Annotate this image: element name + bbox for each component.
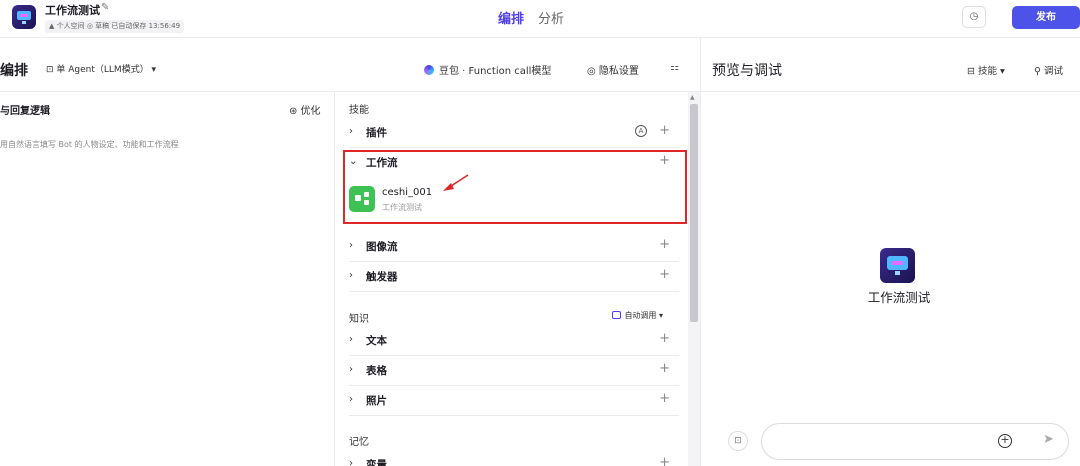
auto-call-select[interactable]: 自动调用 ▾ [612, 310, 663, 321]
section-plugins[interactable]: › 插件 A + [349, 118, 679, 148]
section-table[interactable]: › 表格 + [349, 356, 679, 386]
add-variable-icon[interactable]: + [659, 455, 670, 466]
chevron-right-icon: › [349, 240, 353, 251]
chevron-right-icon: › [349, 364, 353, 375]
bot-title: 工作流测试 [45, 4, 100, 17]
bot-avatar [880, 248, 915, 283]
skills-panel: 技能 › 插件 A + ⌄ 工作流 + ceshi_001 工作流测试 › 图像… [336, 92, 688, 466]
model-select[interactable]: 豆包 · Function call模型 [424, 62, 551, 77]
edit-icon[interactable]: ✎ [101, 2, 109, 13]
clear-chat-button[interactable]: ⊡ [728, 431, 748, 451]
privacy-settings-button[interactable]: ◎ 隐私设置 [587, 62, 639, 77]
model-label: 豆包 · Function call模型 [439, 66, 552, 77]
broom-icon: ⊡ [734, 436, 742, 446]
top-bar: 工作流测试 ✎ ▲ 个人空间 ◎ 草稿 已自动保存 13:56:49 编排 分析… [0, 0, 1080, 38]
publish-button[interactable]: 发布 [1012, 6, 1080, 29]
chevron-right-icon: › [349, 126, 353, 137]
workflow-name: ceshi_001 [382, 187, 433, 198]
bot-avatar-icon[interactable] [12, 5, 36, 29]
chevron-right-icon: › [349, 394, 353, 405]
preview-panel: 预览与调试 ⊟ 技能 ▾ ⚲ 调试 工作流测试 ⊡ + ➤ [700, 38, 1080, 466]
section-photo[interactable]: › 照片 + [349, 386, 679, 416]
scroll-up-icon[interactable]: ▲ [690, 94, 695, 101]
skills-scrollbar[interactable]: ▲ [688, 92, 700, 466]
arrange-toolbar: 编排 ⊡ 单 Agent（LLM模式） ▾ 豆包 · Function call… [0, 38, 700, 92]
auto-call-label: 自动调用 ▾ [624, 311, 663, 320]
memory-label: 记忆 [349, 437, 369, 448]
trigger-label: 触发器 [366, 271, 398, 283]
image-flow-label: 图像流 [366, 241, 398, 253]
chat-input[interactable]: + ➤ [761, 423, 1069, 460]
add-image-flow-icon[interactable]: + [659, 237, 670, 252]
skills-label: 技能 [349, 105, 369, 116]
add-trigger-icon[interactable]: + [659, 267, 670, 282]
section-variable[interactable]: › 变量 + [349, 450, 679, 466]
table-label: 表格 [366, 365, 387, 377]
add-attachment-icon[interactable]: + [998, 434, 1012, 448]
auto-icon[interactable]: A [635, 125, 647, 137]
chevron-right-icon: › [349, 270, 353, 281]
text-label: 文本 [366, 335, 387, 347]
section-image-flow[interactable]: › 图像流 + [349, 232, 679, 262]
section-text[interactable]: › 文本 + [349, 326, 679, 356]
optimize-button[interactable]: ⊛ 优化 [289, 102, 321, 117]
tab-arrange[interactable]: 编排 [498, 8, 524, 27]
add-table-icon[interactable]: + [659, 361, 670, 376]
persona-input[interactable]: 用自然语言填写 Bot 的人物设定、功能和工作流程 [0, 139, 179, 150]
section-title: 编排 [0, 63, 28, 79]
workflow-item[interactable]: ceshi_001 工作流测试 [349, 178, 679, 224]
preview-header: 预览与调试 ⊟ 技能 ▾ ⚲ 调试 [701, 38, 1080, 92]
chevron-right-icon: › [349, 334, 353, 345]
bot-meta: ▲ 个人空间 ◎ 草稿 已自动保存 13:56:49 [45, 20, 185, 33]
persona-title: 与回复逻辑 [0, 106, 50, 117]
scroll-thumb[interactable] [690, 104, 698, 322]
workflow-label: 工作流 [366, 157, 398, 169]
add-workflow-icon[interactable]: + [659, 153, 670, 168]
plugins-label: 插件 [366, 127, 387, 139]
app-root: 工作流测试 ✎ ▲ 个人空间 ◎ 草稿 已自动保存 13:56:49 编排 分析… [0, 0, 1080, 466]
chevron-down-icon: ⌄ [349, 156, 358, 167]
workflow-icon [349, 186, 375, 212]
skill-dropdown[interactable]: ⊟ 技能 ▾ [967, 63, 1005, 77]
knowledge-label: 知识 [349, 314, 369, 325]
add-photo-icon[interactable]: + [659, 391, 670, 406]
section-workflow[interactable]: ⌄ 工作流 + [349, 148, 679, 178]
send-icon[interactable]: ➤ [1043, 432, 1054, 447]
debug-button[interactable]: ⚲ 调试 [1034, 63, 1063, 77]
workflow-desc: 工作流测试 [382, 203, 422, 212]
clock-icon: ◷ [969, 11, 979, 22]
variable-label: 变量 [366, 459, 387, 466]
section-trigger[interactable]: › 触发器 + [349, 262, 679, 292]
chevron-right-icon: › [349, 458, 353, 466]
tab-analysis[interactable]: 分析 [538, 8, 564, 27]
model-icon [424, 65, 434, 75]
preview-title: 预览与调试 [712, 63, 782, 79]
persona-panel: 与回复逻辑 ⊛ 优化 用自然语言填写 Bot 的人物设定、功能和工作流程 [0, 92, 335, 466]
layout-grid-icon[interactable]: ⚏ [670, 62, 679, 73]
add-text-icon[interactable]: + [659, 331, 670, 346]
auto-call-icon [612, 311, 622, 319]
bot-name: 工作流测试 [867, 290, 931, 305]
agent-mode-select[interactable]: ⊡ 单 Agent（LLM模式） ▾ [46, 62, 156, 75]
add-plugin-icon[interactable]: + [659, 123, 670, 138]
history-button[interactable]: ◷ [962, 6, 986, 28]
photo-label: 照片 [366, 395, 387, 407]
annotation-arrow-icon [443, 174, 469, 191]
